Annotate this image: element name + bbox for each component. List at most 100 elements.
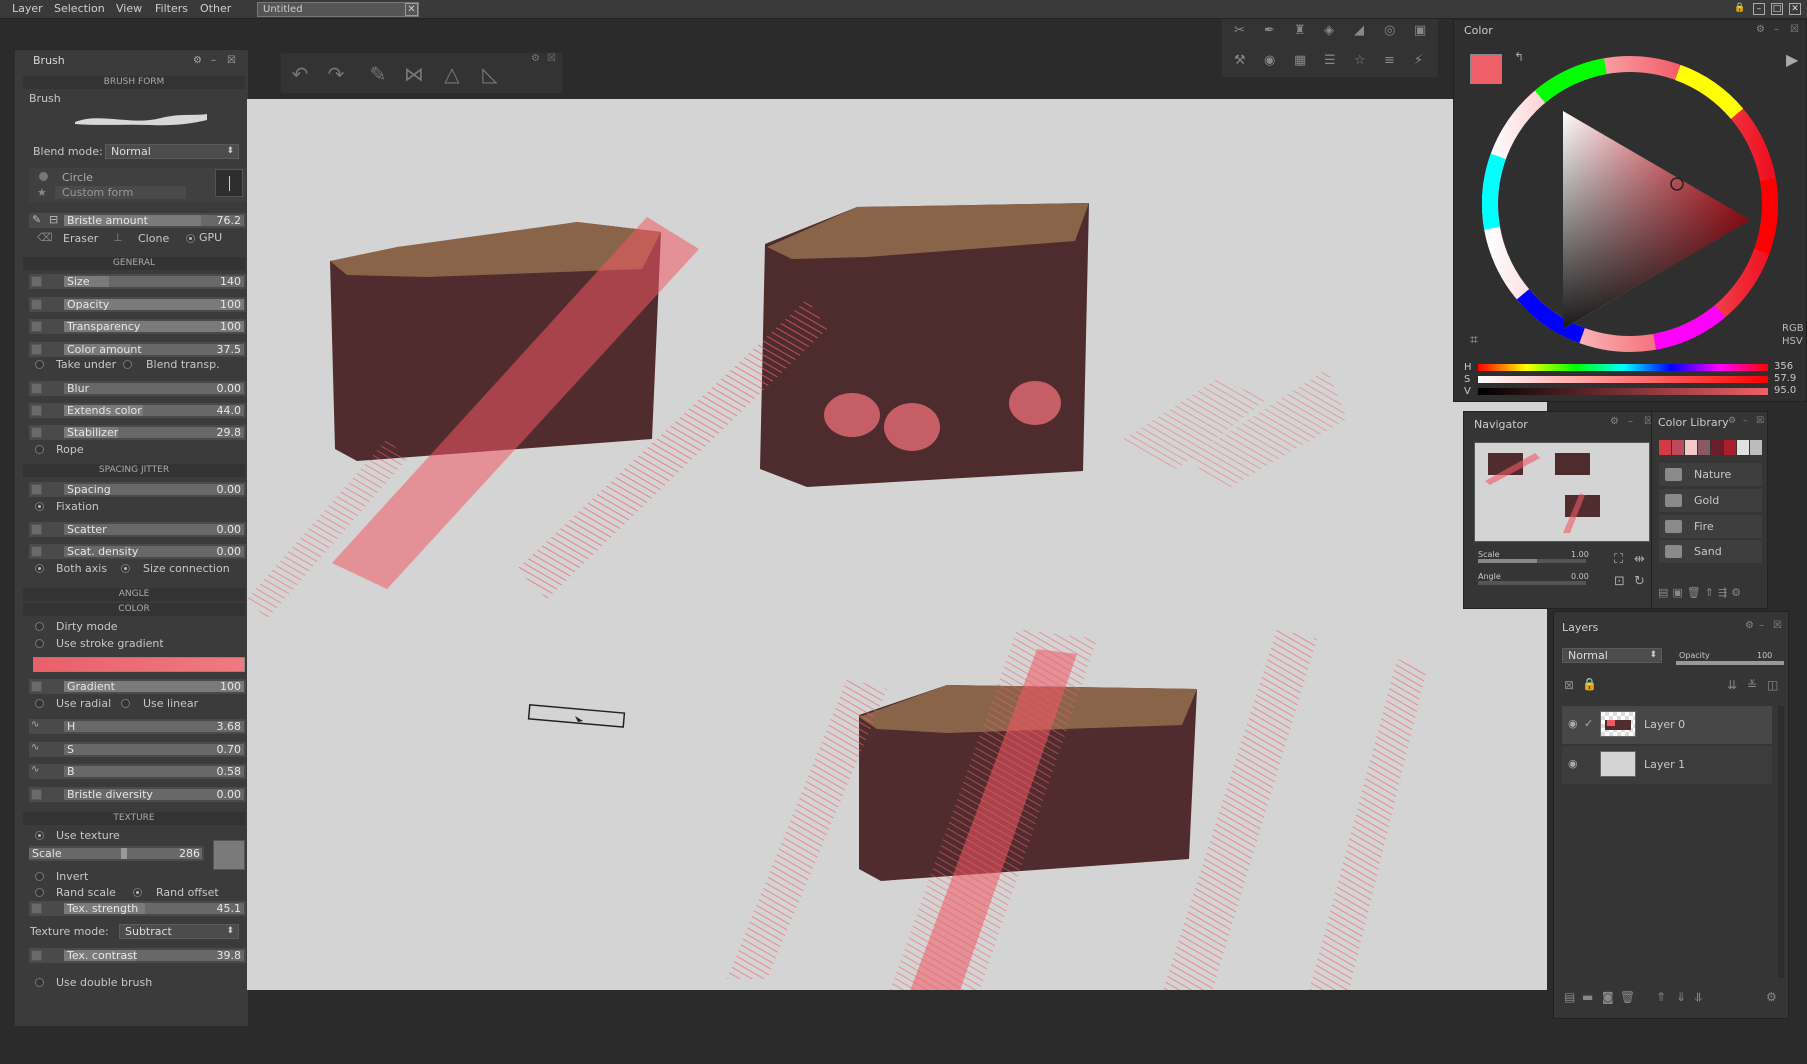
color-wheel[interactable] — [1480, 54, 1780, 354]
settings-icon[interactable]: ⚙ — [531, 53, 540, 64]
delete-layer-icon[interactable]: 🗑 — [1620, 990, 1635, 1004]
target-icon[interactable]: ◎ — [1384, 23, 1395, 38]
color-library-toolbar[interactable]: ▤▣🗑⇑⇶⚙ — [1658, 586, 1763, 602]
visibility-eye-icon[interactable]: ◉ — [1568, 717, 1578, 730]
both-axis-radio[interactable] — [35, 564, 44, 573]
rgb-toggle[interactable]: RGB — [1782, 323, 1804, 334]
layer-blend-mode-select[interactable]: Normal — [1562, 648, 1662, 663]
eraser-icon[interactable]: ⌫ — [37, 231, 53, 244]
maximize-icon[interactable]: □ — [1771, 3, 1783, 15]
dirty-mode-radio[interactable] — [35, 622, 44, 631]
texture-preview[interactable] — [213, 840, 245, 870]
fixation-radio[interactable] — [35, 502, 44, 511]
close-icon[interactable]: ☒ — [1790, 24, 1799, 35]
merge-down-icon[interactable]: ⇊ — [1727, 678, 1737, 692]
bucket-icon[interactable]: ♜ — [1294, 23, 1306, 38]
blend-mode-select[interactable]: Normal — [105, 144, 239, 159]
stroke-gradient-bar[interactable] — [33, 657, 245, 672]
redo-icon[interactable]: ↷ — [321, 59, 351, 89]
form-preview[interactable] — [215, 169, 243, 197]
close-icon[interactable]: ☒ — [547, 53, 556, 64]
move-up-icon[interactable]: ⇑ — [1656, 990, 1666, 1004]
use-stroke-gradient-radio[interactable] — [35, 639, 44, 648]
blend-transp-radio[interactable] — [123, 360, 132, 369]
color-swatch[interactable] — [1659, 440, 1671, 455]
mask-icon[interactable]: ◙ — [1602, 990, 1614, 1004]
opacity-slider[interactable]: Opacity 100 — [29, 297, 246, 312]
folder-nature[interactable]: Nature — [1659, 463, 1762, 486]
hue-slider[interactable] — [1478, 364, 1768, 371]
section-texture[interactable]: TEXTURE — [23, 812, 245, 825]
nav-scale-slider[interactable] — [1478, 559, 1586, 563]
navigator-preview[interactable] — [1474, 442, 1650, 542]
layer-row[interactable]: ◉ Layer 1 — [1562, 746, 1772, 784]
new-folder-icon[interactable]: ▬ — [1582, 990, 1593, 1004]
new-layer-icon[interactable]: ▤ — [1564, 990, 1575, 1004]
gpu-radio[interactable] — [186, 234, 195, 243]
layer-row[interactable]: ◉ ✓ Layer 0 — [1562, 706, 1772, 744]
layers-scrollbar[interactable] — [1778, 706, 1784, 978]
scissors-icon[interactable]: ✂ — [1234, 23, 1245, 38]
settings-icon[interactable]: ⚙ — [1610, 416, 1619, 427]
blur-slider[interactable]: Blur 0.00 — [29, 381, 246, 396]
use-texture-radio[interactable] — [35, 831, 44, 840]
rope-radio[interactable] — [35, 445, 44, 454]
section-brush-form[interactable]: BRUSH FORM — [23, 76, 245, 89]
color-swatch[interactable] — [1750, 440, 1762, 455]
ruler-tool-icon[interactable]: ◺ — [475, 59, 505, 89]
scale-slider[interactable]: Scale 286 — [29, 846, 204, 861]
hsv-toggle[interactable]: HSV — [1782, 336, 1803, 347]
bristle-amount-slider[interactable]: ✎ ⊟ Bristle amount 76.2 — [29, 213, 246, 228]
tex-strength-slider[interactable]: Tex. strength 45.1 — [29, 901, 246, 916]
gradient-slider[interactable]: Gradient 100 — [29, 679, 246, 694]
panel-icon[interactable]: ◫ — [1767, 678, 1778, 692]
settings-icon[interactable]: ⚙ — [1745, 620, 1754, 631]
check-icon[interactable]: ✓ — [1584, 717, 1593, 730]
clone-label[interactable]: Clone — [138, 232, 169, 245]
section-spacing-jitter[interactable]: SPACING JITTER — [23, 464, 245, 477]
size-slider[interactable]: Size 140 — [29, 274, 246, 289]
pen-icon[interactable]: ✒ — [1264, 23, 1275, 38]
b-jitter-slider[interactable]: ∿ B 0.58 — [29, 764, 246, 779]
texture-mode-select[interactable]: Subtract — [119, 924, 239, 939]
brush-preview[interactable] — [71, 108, 211, 130]
lock-icon[interactable]: 🔒 — [1734, 3, 1746, 15]
gradient-icon[interactable]: ◢ — [1354, 23, 1364, 38]
star-icon[interactable]: ☆ — [1354, 53, 1366, 68]
settings-icon[interactable]: ⚙ — [1756, 24, 1765, 35]
layer-opacity-slider[interactable] — [1676, 661, 1784, 665]
settings-icon[interactable]: ⚙ — [1728, 416, 1736, 426]
use-linear-radio[interactable] — [121, 699, 130, 708]
lightning-icon[interactable]: ⚡ — [1414, 53, 1423, 68]
folder-fire[interactable]: Fire — [1659, 515, 1762, 538]
minimize-icon[interactable]: – — [1753, 3, 1765, 15]
scat-density-slider[interactable]: Scat. density 0.00 — [29, 544, 246, 559]
menu-view[interactable]: View — [116, 2, 142, 15]
rand-offset-radio[interactable] — [133, 888, 142, 897]
tex-contrast-slider[interactable]: Tex. contrast 39.8 — [29, 948, 246, 963]
custom-form-label[interactable]: Custom form — [62, 186, 133, 199]
notes-icon[interactable]: ☰ — [1324, 53, 1336, 68]
nav-angle-slider[interactable] — [1478, 581, 1586, 585]
menu-other[interactable]: Other — [200, 2, 231, 15]
eye-icon[interactable]: ◉ — [1264, 53, 1275, 68]
saturation-slider[interactable] — [1478, 376, 1768, 383]
close-window-icon[interactable]: ✕ — [1789, 3, 1801, 15]
invert-radio[interactable] — [35, 872, 44, 881]
eraser-label[interactable]: Eraser — [63, 232, 98, 245]
grid-icon[interactable]: ▦ — [1294, 53, 1306, 68]
rotate-reset-icon[interactable]: ↻ — [1634, 574, 1645, 589]
extends-color-slider[interactable]: Extends color 44.0 — [29, 403, 246, 418]
color-amount-slider[interactable]: Color amount 37.5 — [29, 342, 246, 357]
move-down-icon[interactable]: ⇓ — [1676, 990, 1686, 1004]
close-icon[interactable]: ☒ — [227, 55, 236, 66]
lock-icon[interactable]: 🔒 — [1582, 677, 1597, 691]
fit-icon[interactable]: ⛶ — [1614, 552, 1623, 567]
scatter-slider[interactable]: Scatter 0.00 — [29, 522, 246, 537]
section-angle[interactable]: ANGLE — [23, 588, 245, 601]
s-jitter-slider[interactable]: ∿ S 0.70 — [29, 742, 246, 757]
size-connection-radio[interactable] — [121, 564, 130, 573]
crop-icon[interactable]: ⌗ — [1470, 332, 1478, 348]
color-library-swatches[interactable] — [1659, 440, 1763, 455]
spacing-slider[interactable]: Spacing 0.00 — [29, 482, 246, 497]
